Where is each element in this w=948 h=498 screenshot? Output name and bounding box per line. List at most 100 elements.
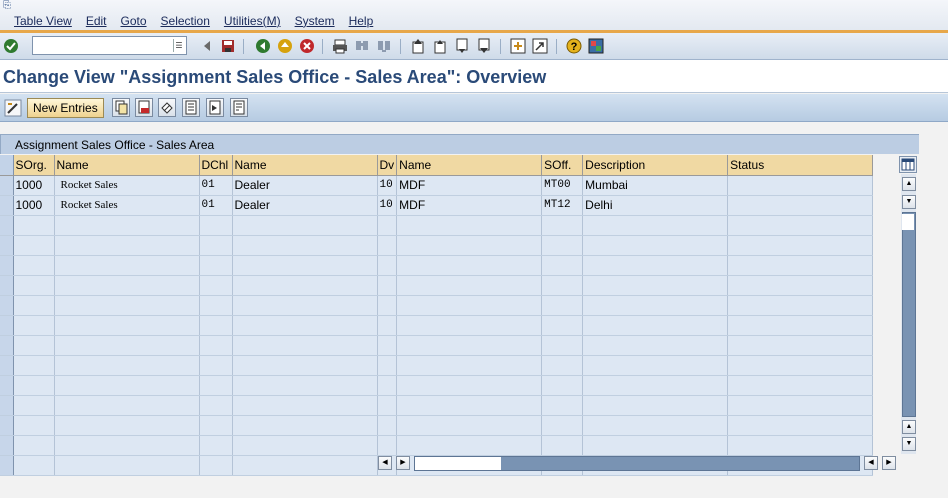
scroll-right-icon[interactable]: ▶ — [882, 456, 896, 470]
vertical-scroll-track[interactable] — [902, 212, 916, 417]
print-icon[interactable] — [332, 38, 348, 54]
column-header[interactable]: Dv — [377, 155, 398, 176]
table-cell[interactable] — [727, 175, 874, 196]
cancel-icon[interactable] — [299, 38, 315, 54]
select-all-icon[interactable] — [182, 98, 200, 117]
first-page-icon[interactable] — [410, 38, 426, 54]
command-history-icon[interactable]: ☰ — [173, 39, 184, 52]
table-cell[interactable]: 10 — [377, 195, 398, 216]
row-selector[interactable] — [0, 375, 14, 396]
table-row[interactable] — [0, 395, 874, 416]
find-icon[interactable] — [354, 38, 370, 54]
column-header[interactable]: Name — [396, 155, 543, 176]
row-selector[interactable] — [0, 235, 14, 256]
menu-edit[interactable]: Edit — [86, 14, 107, 28]
last-page-icon[interactable] — [476, 38, 492, 54]
column-header[interactable]: Name — [232, 155, 378, 176]
menu-help[interactable]: Help — [349, 14, 374, 28]
table-cell[interactable]: 01 — [199, 195, 233, 216]
table-cell[interactable]: 1000 — [13, 195, 55, 216]
scroll-down-icon[interactable]: ▼ — [902, 437, 916, 451]
menu-selection[interactable]: Selection — [161, 14, 210, 28]
new-entries-button[interactable]: New Entries — [27, 98, 104, 118]
create-session-icon[interactable] — [510, 38, 526, 54]
scroll-left-page-icon[interactable]: ◀ — [864, 456, 878, 470]
table-row[interactable] — [0, 415, 874, 436]
vertical-scrollbar[interactable]: ▲ ▼ ▲ ▼ — [901, 174, 916, 454]
table-cell[interactable]: Rocket Sales — [54, 195, 200, 216]
column-header[interactable]: Name — [54, 155, 200, 176]
menu-table-view[interactable]: Table View — [14, 14, 72, 28]
table-row[interactable] — [0, 355, 874, 376]
table-row[interactable] — [0, 295, 874, 316]
table-cell[interactable]: Mumbai — [582, 175, 729, 196]
menu-utilities[interactable]: Utilities(M) — [224, 14, 281, 28]
scroll-right-page-icon[interactable]: ▶ — [396, 456, 410, 470]
column-header[interactable]: DChl — [199, 155, 233, 176]
table-cell[interactable]: Dealer — [232, 175, 378, 196]
table-row[interactable] — [0, 255, 874, 276]
vertical-scroll-thumb[interactable] — [902, 214, 914, 230]
row-selector[interactable] — [0, 395, 14, 416]
help-icon[interactable]: ? — [566, 38, 582, 54]
table-row[interactable] — [0, 335, 874, 356]
row-selector[interactable] — [0, 215, 14, 236]
next-page-icon[interactable] — [454, 38, 470, 54]
row-selector[interactable] — [0, 335, 14, 356]
enter-icon[interactable] — [3, 38, 19, 54]
system-menu-icon[interactable]: ⎘ — [3, 1, 15, 11]
exit-icon[interactable] — [277, 38, 293, 54]
table-cell[interactable]: MDF — [396, 175, 543, 196]
table-row[interactable] — [0, 235, 874, 256]
previous-page-icon[interactable] — [432, 38, 448, 54]
table-settings-icon[interactable] — [899, 156, 917, 173]
row-selector[interactable] — [0, 455, 14, 476]
row-selector[interactable] — [0, 315, 14, 336]
row-selector[interactable] — [0, 255, 14, 276]
table-cell[interactable] — [727, 195, 874, 216]
row-selector[interactable] — [0, 295, 14, 316]
horizontal-scrollbar[interactable]: ◀ ▶ ◀ ▶ — [378, 456, 898, 471]
scroll-down-page-icon[interactable]: ▼ — [902, 195, 916, 209]
scroll-up-icon[interactable]: ▲ — [902, 177, 916, 191]
menu-system[interactable]: System — [295, 14, 335, 28]
command-field[interactable]: ☰ — [32, 36, 187, 55]
delete-icon[interactable] — [135, 98, 153, 117]
row-selector[interactable] — [0, 355, 14, 376]
table-row[interactable] — [0, 375, 874, 396]
table-row[interactable] — [0, 275, 874, 296]
column-header[interactable]: Status — [727, 155, 874, 176]
row-selector[interactable] — [0, 195, 14, 216]
row-selector[interactable] — [0, 175, 14, 196]
row-selector[interactable] — [0, 275, 14, 296]
column-header[interactable]: SOff. — [541, 155, 584, 176]
column-header[interactable]: Description — [582, 155, 729, 176]
scroll-up-page-icon[interactable]: ▲ — [902, 420, 916, 434]
save-icon[interactable] — [220, 38, 236, 54]
table-cell[interactable]: 01 — [199, 175, 233, 196]
display-change-icon[interactable] — [4, 99, 22, 117]
copy-as-icon[interactable] — [112, 98, 130, 117]
undo-change-icon[interactable] — [158, 98, 176, 117]
table-cell[interactable]: MT12 — [541, 195, 584, 216]
table-row[interactable]: 1000 Rocket Sales 01 Dealer 10 MDF MT12 Delhi — [0, 195, 874, 216]
table-cell[interactable]: Dealer — [232, 195, 378, 216]
column-header[interactable]: SOrg. — [13, 155, 55, 176]
table-cell[interactable]: MDF — [396, 195, 543, 216]
shortcut-icon[interactable] — [532, 38, 548, 54]
table-cell[interactable]: MT00 — [541, 175, 584, 196]
table-row[interactable] — [0, 435, 874, 456]
back-green-icon[interactable] — [255, 38, 271, 54]
table-row[interactable]: 1000 Rocket Sales 01 Dealer 10 MDF MT00 Mumbai — [0, 175, 874, 196]
select-block-icon[interactable] — [206, 98, 224, 117]
layout-menu-icon[interactable] — [588, 38, 604, 54]
row-selector[interactable] — [0, 435, 14, 456]
find-next-icon[interactable] — [376, 38, 392, 54]
command-input[interactable] — [33, 37, 168, 53]
scroll-left-icon[interactable]: ◀ — [378, 456, 392, 470]
horizontal-scroll-thumb[interactable] — [415, 457, 501, 470]
table-cell[interactable]: Delhi — [582, 195, 729, 216]
menu-goto[interactable]: Goto — [121, 14, 147, 28]
table-cell[interactable]: 1000 — [13, 175, 55, 196]
table-row[interactable] — [0, 315, 874, 336]
